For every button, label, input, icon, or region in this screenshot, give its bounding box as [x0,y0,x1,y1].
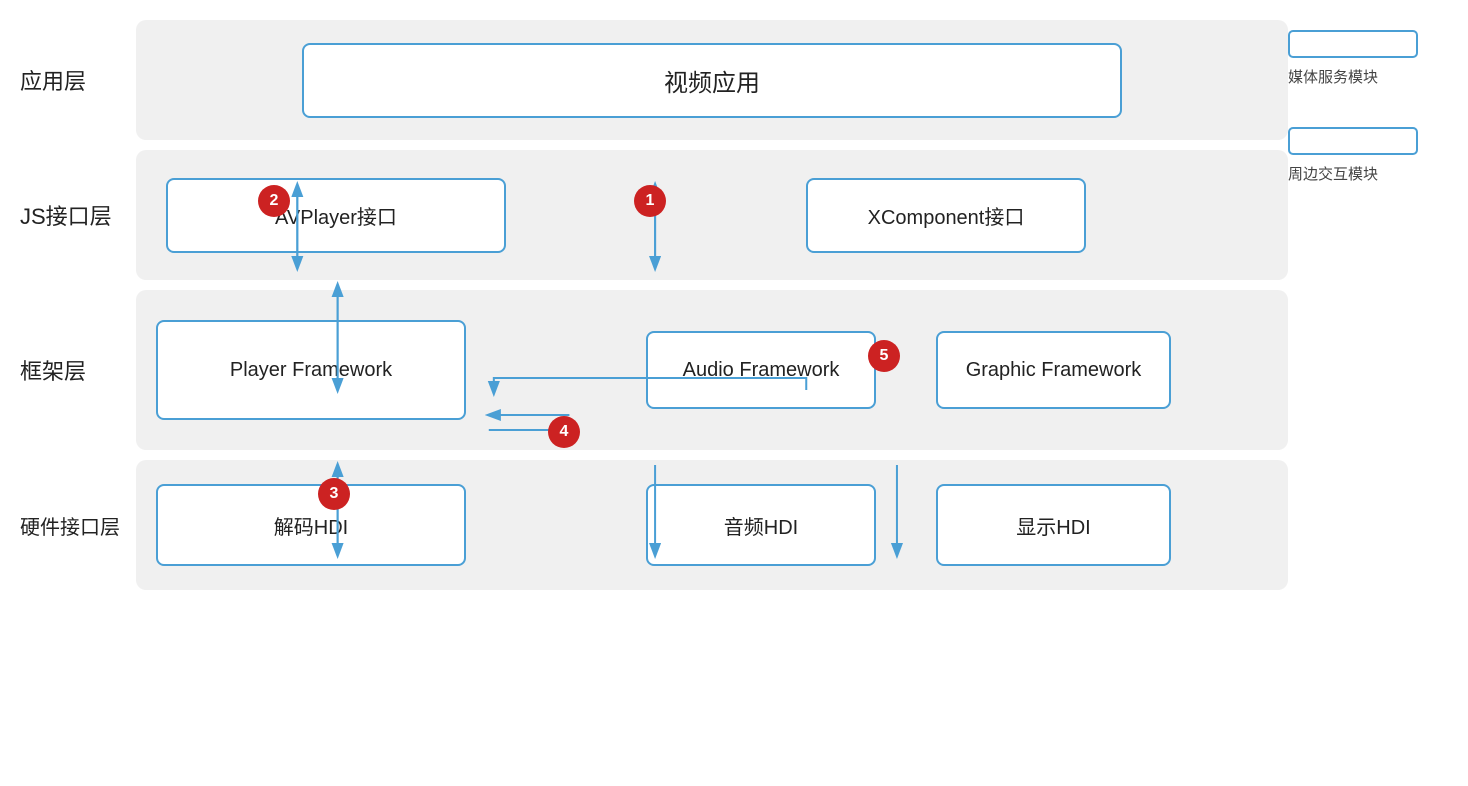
diagram-wrapper: 2 1 3 4 5 应用层 视频应用 [0,0,1288,786]
badge-2: 2 [258,185,290,217]
badge-1: 1 [634,185,666,217]
badge-3: 3 [318,478,350,510]
fw-layer-label: 框架层 [20,354,120,386]
hw-layer-label: 硬件接口层 [20,511,120,540]
legend-peripheral-box [1288,127,1418,155]
legend-area: 媒体服务模块 周边交互模块 [1288,0,1468,786]
fw-layer-row: 框架层 Player Framework Audio Framework Gra… [20,290,1288,450]
legend-media-service-label: 媒体服务模块 [1288,66,1448,87]
xcomponent-box: XComponent接口 [806,178,1086,253]
avplayer-box: AVPlayer接口 [166,178,506,253]
decode-hdi-box: 解码HDI [156,484,466,566]
legend-peripheral: 周边交互模块 [1288,127,1448,184]
app-layer-row: 应用层 视频应用 [20,20,1288,140]
hw-layer-row: 硬件接口层 解码HDI 音频HDI 显示HDI [20,460,1288,590]
audio-hdi-box: 音频HDI [646,484,876,566]
badge-5: 5 [868,340,900,372]
main-container: 2 1 3 4 5 应用层 视频应用 [0,0,1468,786]
legend-peripheral-label: 周边交互模块 [1288,163,1448,184]
video-app-box: 视频应用 [302,43,1122,118]
hw-layer-bg: 解码HDI 音频HDI 显示HDI [136,460,1288,590]
app-layer-label: 应用层 [20,64,120,96]
audio-fw-box: Audio Framework [646,331,876,409]
legend-media-service: 媒体服务模块 [1288,30,1448,87]
fw-layer-bg: Player Framework Audio Framework Graphic… [136,290,1288,450]
legend-media-service-box [1288,30,1418,58]
display-hdi-box: 显示HDI [936,484,1171,566]
layers-container: 应用层 视频应用 JS接口层 AVPlayer接口 XComponent接口 [0,0,1288,610]
badge-4: 4 [548,416,580,448]
graphic-fw-box: Graphic Framework [936,331,1171,409]
js-layer-bg: AVPlayer接口 XComponent接口 [136,150,1288,280]
js-layer-label: JS接口层 [20,199,120,231]
player-fw-box: Player Framework [156,320,466,420]
app-layer-bg: 视频应用 [136,20,1288,140]
